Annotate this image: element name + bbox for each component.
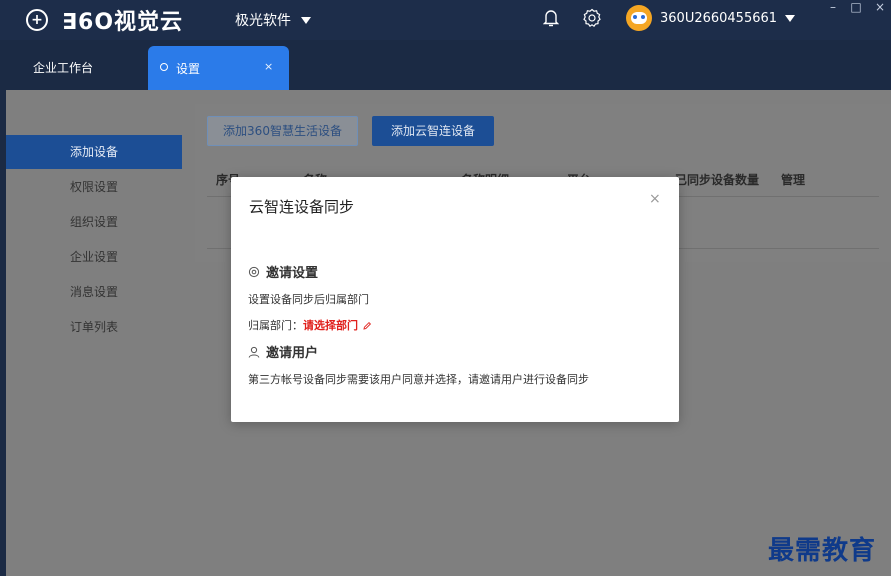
cloud-device-sync-dialog: 云智连设备同步 × 邀请设置 设置设备同步后归属部门 归属部门：请选择部门 邀请…: [231, 177, 679, 422]
tab-close-icon[interactable]: ×: [264, 60, 273, 73]
org-name: 极光软件: [235, 13, 291, 29]
sidebar-item-enterprise[interactable]: 企业设置: [6, 240, 182, 274]
gear-icon: [248, 266, 260, 277]
invite-settings-heading: 邀请设置: [248, 262, 318, 281]
close-window-button[interactable]: ×: [869, 0, 891, 16]
dialog-title: 云智连设备同步: [249, 198, 355, 216]
tab-enterprise-workbench[interactable]: 企业工作台: [33, 59, 93, 76]
sidebar-item-permissions[interactable]: 权限设置: [6, 170, 182, 204]
add-360-device-button[interactable]: 添加360智慧生活设备: [207, 116, 358, 146]
column-header: 已同步设备数量: [675, 173, 760, 187]
maximize-button[interactable]: □: [845, 0, 867, 16]
sidebar-item-orders[interactable]: 订单列表: [6, 310, 182, 344]
close-icon[interactable]: ×: [649, 191, 661, 207]
add-cloud-device-button[interactable]: 添加云智连设备: [372, 116, 494, 146]
bell-icon[interactable]: [543, 8, 559, 28]
tab-settings[interactable]: 设置 ×: [148, 46, 289, 90]
gear-icon[interactable]: [582, 8, 602, 28]
sidebar-item-add-device[interactable]: 添加设备: [6, 135, 182, 169]
sidebar: 添加设备 权限设置 组织设置 企业设置 消息设置 订单列表: [6, 90, 186, 576]
user-menu[interactable]: 360U2660455661: [626, 5, 796, 31]
column-header: 管理: [781, 173, 806, 187]
logo-plus-icon: +: [26, 9, 48, 31]
logo-text: ∃6O视觉云: [62, 10, 184, 35]
settings-tab-icon: [160, 63, 168, 71]
invite-settings-heading-text: 邀请设置: [266, 266, 319, 281]
username: 360U2660455661: [660, 10, 778, 26]
invite-users-desc: 第三方帐号设备同步需要该用户同意并选择，请邀请用户进行设备同步: [248, 373, 589, 386]
minimize-button[interactable]: –: [822, 0, 844, 16]
invite-settings-desc: 设置设备同步后归属部门: [248, 293, 369, 306]
sidebar-item-organization[interactable]: 组织设置: [6, 205, 182, 239]
chevron-down-icon: [785, 14, 796, 22]
tab-settings-label: 设置: [176, 62, 201, 76]
department-label: 归属部门：: [248, 319, 303, 332]
app-logo: + ∃6O视觉云: [26, 6, 184, 35]
avatar: [626, 5, 652, 31]
select-department-link[interactable]: 请选择部门: [303, 319, 358, 332]
invite-users-heading-text: 邀请用户: [266, 346, 319, 361]
department-row: 归属部门：请选择部门: [248, 317, 372, 333]
invite-users-heading: 邀请用户: [248, 342, 318, 361]
chevron-down-icon: [301, 16, 311, 24]
title-bar: + ∃6O视觉云 极光软件 360U2660455661 – □ ×: [0, 0, 891, 40]
tab-bar: 企业工作台: [0, 40, 891, 90]
sidebar-item-messages[interactable]: 消息设置: [6, 275, 182, 309]
pencil-icon[interactable]: [362, 321, 372, 331]
org-switcher[interactable]: 极光软件: [235, 10, 311, 30]
watermark: 最需教育: [768, 536, 877, 566]
user-icon: [248, 346, 260, 358]
